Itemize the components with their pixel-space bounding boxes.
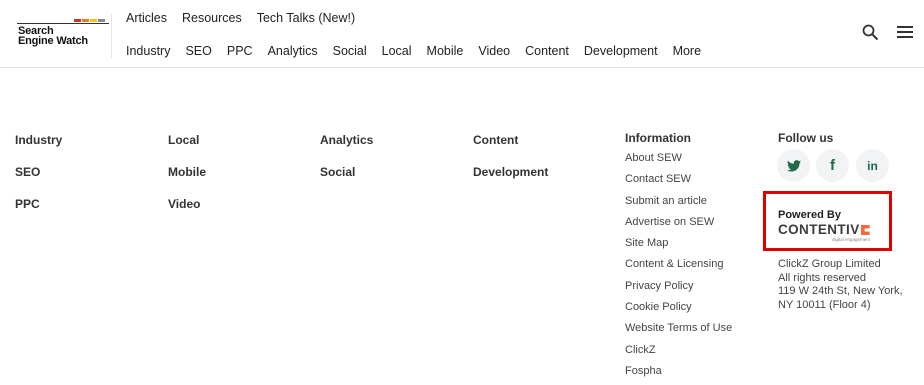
nav-seo[interactable]: SEO: [185, 44, 211, 58]
footer-column-2: Local Mobile Video: [168, 133, 206, 229]
nav-local[interactable]: Local: [382, 44, 412, 58]
footer-link-social[interactable]: Social: [320, 165, 373, 197]
powered-by-highlight[interactable]: Powered By CONTENTIV digital engagement: [763, 191, 892, 251]
info-link-contact[interactable]: Contact SEW: [625, 172, 732, 193]
info-link-submit-article[interactable]: Submit an article: [625, 194, 732, 215]
search-icon[interactable]: [862, 24, 879, 41]
contentive-logo: CONTENTIV: [778, 223, 870, 237]
footer-column-4: Content Development: [473, 133, 548, 197]
top-nav: Articles Resources Tech Talks (New!): [126, 11, 355, 25]
info-link-advertise[interactable]: Advertise on SEW: [625, 215, 732, 236]
logo-rule: [17, 23, 109, 24]
nav-ppc[interactable]: PPC: [227, 44, 253, 58]
information-heading: Information: [625, 131, 691, 145]
footer-link-content[interactable]: Content: [473, 133, 548, 165]
info-link-content-licensing[interactable]: Content & Licensing: [625, 257, 732, 278]
logo-bar-2: [82, 19, 89, 22]
nav-social[interactable]: Social: [333, 44, 367, 58]
nav-video[interactable]: Video: [478, 44, 510, 58]
footer-link-local[interactable]: Local: [168, 133, 206, 165]
twitter-icon[interactable]: [777, 149, 810, 182]
contentive-tagline: digital engagement: [832, 237, 871, 242]
top-nav-articles[interactable]: Articles: [126, 11, 167, 25]
footer-link-mobile[interactable]: Mobile: [168, 165, 206, 197]
footer-link-video[interactable]: Video: [168, 197, 206, 229]
info-link-terms[interactable]: Website Terms of Use: [625, 321, 732, 342]
company-address-line-2: NY 10011 (Floor 4): [778, 298, 871, 311]
follow-us-heading: Follow us: [778, 131, 834, 145]
header-divider: [111, 14, 112, 58]
info-link-clickz[interactable]: ClickZ: [625, 343, 732, 364]
logo-bar-1: [74, 19, 81, 22]
footer-column-1: Industry SEO PPC: [15, 133, 62, 229]
footer-link-seo[interactable]: SEO: [15, 165, 62, 197]
info-link-fospha[interactable]: Fospha: [625, 364, 732, 385]
logo-wordmark: Search Engine Watch: [18, 26, 88, 47]
site-header: Search Engine Watch Articles Resources T…: [0, 0, 924, 68]
company-address-line-1: 119 W 24th St, New York,: [778, 285, 903, 297]
nav-industry[interactable]: Industry: [126, 44, 170, 58]
company-rights: All rights reserved: [778, 271, 867, 284]
nav-development[interactable]: Development: [584, 44, 658, 58]
powered-by-label: Powered By: [778, 209, 841, 221]
company-info: ClickZ Group Limited All rights reserved…: [778, 258, 903, 312]
footer-column-3: Analytics Social: [320, 133, 373, 197]
top-nav-resources[interactable]: Resources: [182, 11, 242, 25]
logo-bar-3: [90, 19, 97, 22]
main-nav: Industry SEO PPC Analytics Social Local …: [126, 44, 701, 58]
info-link-site-map[interactable]: Site Map: [625, 236, 732, 257]
logo-color-bars: [74, 19, 105, 22]
logo-bar-4: [98, 19, 105, 22]
logo-line-2: Engine Watch: [18, 35, 88, 47]
nav-mobile[interactable]: Mobile: [427, 44, 464, 58]
footer-link-analytics[interactable]: Analytics: [320, 133, 373, 165]
info-link-cookie-policy[interactable]: Cookie Policy: [625, 300, 732, 321]
info-link-about[interactable]: About SEW: [625, 151, 732, 172]
nav-more[interactable]: More: [673, 44, 701, 58]
company-name: ClickZ Group Limited: [778, 258, 881, 270]
nav-analytics[interactable]: Analytics: [268, 44, 318, 58]
contentive-wordmark: CONTENTIV: [778, 222, 860, 237]
footer-link-industry[interactable]: Industry: [15, 133, 62, 165]
nav-content[interactable]: Content: [525, 44, 569, 58]
info-link-privacy-policy[interactable]: Privacy Policy: [625, 279, 732, 300]
search-engine-watch-logo[interactable]: Search Engine Watch: [17, 19, 109, 49]
footer-link-ppc[interactable]: PPC: [15, 197, 62, 229]
facebook-icon[interactable]: f: [816, 149, 849, 182]
information-links: About SEW Contact SEW Submit an article …: [625, 151, 732, 385]
hamburger-menu-icon[interactable]: [897, 26, 913, 38]
top-nav-tech-talks[interactable]: Tech Talks (New!): [257, 11, 355, 25]
contentive-e-mark-icon: [860, 225, 870, 235]
footer-link-development[interactable]: Development: [473, 165, 548, 197]
linkedin-icon[interactable]: in: [856, 149, 889, 182]
